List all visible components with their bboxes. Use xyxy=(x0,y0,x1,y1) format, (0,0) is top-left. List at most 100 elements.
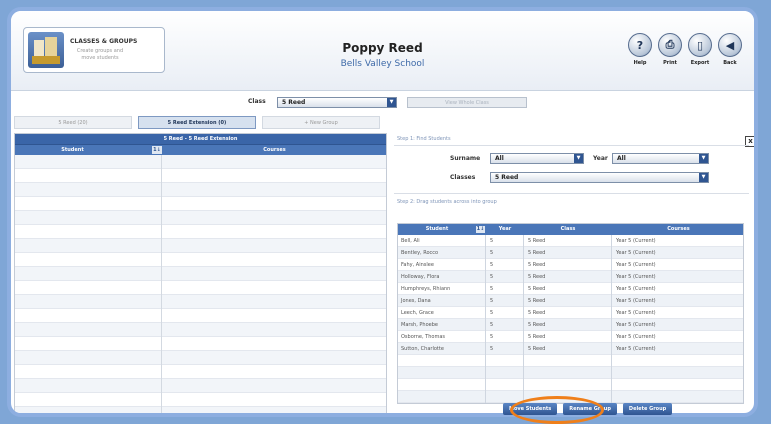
table-row xyxy=(15,239,386,253)
export-icon: ▯ xyxy=(688,33,712,57)
surname-label: Surname xyxy=(450,155,481,162)
classes-select[interactable]: 5 Reed ▼ xyxy=(490,172,709,183)
surname-select-value: All xyxy=(495,155,504,162)
cell-student: Marsh, Phoebe xyxy=(401,322,438,328)
classes-select-value: 5 Reed xyxy=(495,174,519,181)
column-student[interactable]: Student xyxy=(15,145,130,155)
view-whole-class-button[interactable]: View Whole Class xyxy=(407,97,527,108)
table-row xyxy=(398,379,743,391)
class-select[interactable]: 5 Reed ▼ xyxy=(277,97,397,108)
group-drop-zone[interactable] xyxy=(15,155,386,413)
class-label: Class xyxy=(248,98,266,105)
tab-new-group[interactable]: + New Group xyxy=(262,116,380,129)
tab-5-reed[interactable]: 5 Reed (20) xyxy=(14,116,132,129)
group-members-panel: 5 Reed - 5 Reed Extension Student 1↓ Cou… xyxy=(14,133,387,413)
column-divider xyxy=(523,235,524,403)
cell-year: 5 xyxy=(490,286,494,292)
group-tabs: 5 Reed (20) 5 Reed Extension (0) + New G… xyxy=(14,116,380,131)
classes-label: Classes xyxy=(450,174,476,181)
cell-student: Leech, Grace xyxy=(401,310,434,316)
table-row xyxy=(15,365,386,379)
table-row[interactable]: Jones, Dana 5 5 Reed Year 5 (Current) xyxy=(398,295,743,307)
table-row xyxy=(398,367,743,379)
cell-class: 5 Reed xyxy=(528,286,546,292)
cell-courses: Year 5 (Current) xyxy=(616,286,656,292)
table-row[interactable]: Fahy, Ainslee 5 5 Reed Year 5 (Current) xyxy=(398,259,743,271)
cell-courses: Year 5 (Current) xyxy=(616,310,656,316)
surname-select[interactable]: All ▼ xyxy=(490,153,584,164)
export-label: Export xyxy=(690,60,710,66)
cell-year: 5 xyxy=(490,298,494,304)
table-row[interactable]: Marsh, Phoebe 5 5 Reed Year 5 (Current) xyxy=(398,319,743,331)
results-header: Student 1↓ Year Class Courses xyxy=(398,224,743,235)
column-divider xyxy=(611,235,612,403)
cell-courses: Year 5 (Current) xyxy=(616,250,656,256)
header: CLASSES & GROUPS Create groups and move … xyxy=(11,11,754,91)
step1-label: Step 1: Find Students xyxy=(397,136,451,142)
cell-year: 5 xyxy=(490,346,494,352)
sort-icon[interactable]: 1↓ xyxy=(152,146,162,154)
cell-student: Fahy, Ainslee xyxy=(401,262,434,268)
cell-year: 5 xyxy=(490,262,494,268)
cell-courses: Year 5 (Current) xyxy=(616,298,656,304)
class-bar: Class 5 Reed ▼ View Whole Class xyxy=(11,95,754,113)
find-students-panel: x Step 1: Find Students Surname All ▼ Ye… xyxy=(394,133,754,413)
year-select[interactable]: All ▼ xyxy=(612,153,709,164)
print-button[interactable]: ⎙ Print xyxy=(658,33,682,66)
column-student[interactable]: Student xyxy=(398,224,476,235)
group-table-header: Student 1↓ Courses xyxy=(15,144,386,155)
step2-label: Step 2: Drag students across into group xyxy=(397,199,497,205)
column-year[interactable]: Year xyxy=(486,224,524,235)
table-row xyxy=(15,407,386,413)
table-row xyxy=(15,211,386,225)
table-row xyxy=(15,183,386,197)
cell-student: Jones, Dana xyxy=(401,298,431,304)
app-window: CLASSES & GROUPS Create groups and move … xyxy=(7,7,758,417)
cell-courses: Year 5 (Current) xyxy=(616,274,656,280)
export-button[interactable]: ▯ Export xyxy=(688,33,712,66)
cell-class: 5 Reed xyxy=(528,310,546,316)
table-row[interactable]: Bentley, Rocco 5 5 Reed Year 5 (Current) xyxy=(398,247,743,259)
cell-class: 5 Reed xyxy=(528,238,546,244)
cell-year: 5 xyxy=(490,250,494,256)
table-row[interactable]: Sutton, Charlotte 5 5 Reed Year 5 (Curre… xyxy=(398,343,743,355)
callout-highlight-ring xyxy=(510,396,604,424)
chevron-down-icon: ▼ xyxy=(699,173,708,182)
cell-class: 5 Reed xyxy=(528,250,546,256)
table-row xyxy=(15,337,386,351)
table-row xyxy=(15,155,386,169)
print-icon: ⎙ xyxy=(658,33,682,57)
table-row xyxy=(398,355,743,367)
column-courses[interactable]: Courses xyxy=(612,224,743,235)
year-label: Year xyxy=(593,155,608,162)
delete-group-button[interactable]: Delete Group xyxy=(622,403,673,415)
table-row[interactable]: Bell, Ali 5 5 Reed Year 5 (Current) xyxy=(398,235,743,247)
cell-class: 5 Reed xyxy=(528,262,546,268)
cell-courses: Year 5 (Current) xyxy=(616,322,656,328)
table-row xyxy=(15,253,386,267)
table-row[interactable]: Leech, Grace 5 5 Reed Year 5 (Current) xyxy=(398,307,743,319)
cell-year: 5 xyxy=(490,310,494,316)
sort-icon[interactable]: 1↓ xyxy=(476,226,485,233)
table-row[interactable]: Osborne, Thomas 5 5 Reed Year 5 (Current… xyxy=(398,331,743,343)
back-label: Back xyxy=(723,60,737,66)
table-row xyxy=(15,281,386,295)
cell-class: 5 Reed xyxy=(528,334,546,340)
table-row xyxy=(15,197,386,211)
table-row[interactable]: Holloway, Flora 5 5 Reed Year 5 (Current… xyxy=(398,271,743,283)
chevron-down-icon: ▼ xyxy=(574,154,583,163)
cell-student: Sutton, Charlotte xyxy=(401,346,444,352)
cell-student: Holloway, Flora xyxy=(401,274,440,280)
cell-class: 5 Reed xyxy=(528,298,546,304)
table-row[interactable]: Humphreys, Rhiann 5 5 Reed Year 5 (Curre… xyxy=(398,283,743,295)
column-courses[interactable]: Courses xyxy=(163,145,386,155)
help-button[interactable]: ? Help xyxy=(628,33,652,66)
cell-courses: Year 5 (Current) xyxy=(616,238,656,244)
cell-student: Humphreys, Rhiann xyxy=(401,286,451,292)
help-icon: ? xyxy=(628,33,652,57)
chevron-down-icon: ▼ xyxy=(699,154,708,163)
cell-courses: Year 5 (Current) xyxy=(616,334,656,340)
tab-5-reed-extension[interactable]: 5 Reed Extension (0) xyxy=(138,116,256,129)
back-button[interactable]: ◀ Back xyxy=(718,33,742,66)
column-class[interactable]: Class xyxy=(524,224,612,235)
